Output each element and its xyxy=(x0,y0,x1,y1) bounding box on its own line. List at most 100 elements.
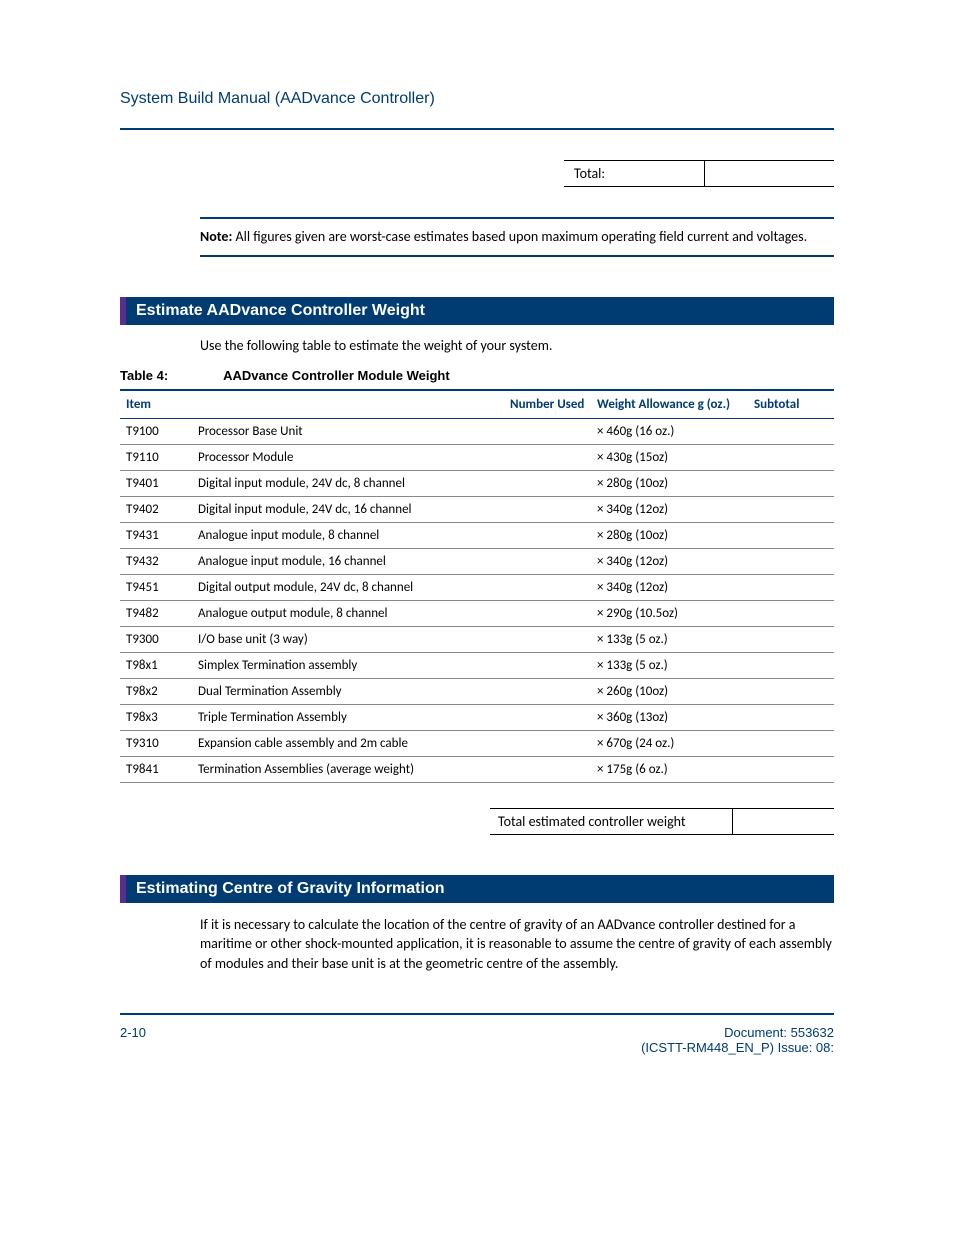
total-value xyxy=(704,161,834,187)
cell-item: T9451 xyxy=(120,574,192,600)
cell-weight: × 260g (10oz) xyxy=(591,678,748,704)
footer-rule xyxy=(120,1013,834,1015)
cell-subtotal xyxy=(748,704,834,730)
cell-number-used xyxy=(504,470,591,496)
cell-weight: × 340g (12oz) xyxy=(591,574,748,600)
cell-weight: × 280g (10oz) xyxy=(591,470,748,496)
cell-item: T9432 xyxy=(120,548,192,574)
page-header-title: System Build Manual (AADvance Controller… xyxy=(120,90,834,108)
section1-intro: Use the following table to estimate the … xyxy=(200,337,834,354)
cell-desc: Analogue output module, 8 channel xyxy=(192,600,504,626)
table-caption: Table 4: AADvance Controller Module Weig… xyxy=(120,368,834,383)
cell-subtotal xyxy=(748,574,834,600)
cell-item: T9300 xyxy=(120,626,192,652)
cell-weight: × 430g (15oz) xyxy=(591,444,748,470)
cell-number-used xyxy=(504,444,591,470)
cell-weight: × 340g (12oz) xyxy=(591,496,748,522)
cell-subtotal xyxy=(748,652,834,678)
cell-number-used xyxy=(504,548,591,574)
cell-subtotal xyxy=(748,548,834,574)
cell-subtotal xyxy=(748,496,834,522)
note-block: Note: All figures given are worst-case e… xyxy=(200,217,834,257)
cell-item: T9841 xyxy=(120,756,192,782)
table-row: T9451Digital output module, 24V dc, 8 ch… xyxy=(120,574,834,600)
cell-item: T9431 xyxy=(120,522,192,548)
cell-subtotal xyxy=(748,470,834,496)
table-row: T9841Termination Assemblies (average wei… xyxy=(120,756,834,782)
cell-desc: Analogue input module, 8 channel xyxy=(192,522,504,548)
cell-subtotal xyxy=(748,626,834,652)
table-title: AADvance Controller Module Weight xyxy=(223,368,450,383)
cell-item: T9100 xyxy=(120,418,192,444)
cell-weight: × 290g (10.5oz) xyxy=(591,600,748,626)
cell-subtotal xyxy=(748,730,834,756)
cell-number-used xyxy=(504,418,591,444)
cell-weight: × 280g (10oz) xyxy=(591,522,748,548)
cell-weight: × 133g (5 oz.) xyxy=(591,626,748,652)
th-desc xyxy=(192,390,504,419)
table-number: Table 4: xyxy=(120,368,220,383)
total-box: Total: xyxy=(564,160,834,187)
cell-number-used xyxy=(504,496,591,522)
cell-desc: Simplex Termination assembly xyxy=(192,652,504,678)
cell-desc: Expansion cable assembly and 2m cable xyxy=(192,730,504,756)
cell-number-used xyxy=(504,600,591,626)
table-row: T9310Expansion cable assembly and 2m cab… xyxy=(120,730,834,756)
cell-item: T9482 xyxy=(120,600,192,626)
th-subtotal: Subtotal xyxy=(748,390,834,419)
cell-number-used xyxy=(504,730,591,756)
table-row: T9432Analogue input module, 16 channel× … xyxy=(120,548,834,574)
footer-page-number: 2-10 xyxy=(120,1025,146,1055)
table-row: T9110Processor Module × 430g (15oz) xyxy=(120,444,834,470)
cell-weight: × 460g (16 oz.) xyxy=(591,418,748,444)
section-heading-weight: Estimate AADvance Controller Weight xyxy=(120,297,834,325)
total-weight-label: Total estimated controller weight xyxy=(490,808,733,834)
cell-number-used xyxy=(504,626,591,652)
cell-item: T9310 xyxy=(120,730,192,756)
cell-weight: × 175g (6 oz.) xyxy=(591,756,748,782)
cell-number-used xyxy=(504,678,591,704)
footer-doc-line2: (ICSTT-RM448_EN_P) Issue: 08: xyxy=(641,1040,834,1055)
th-item: Item xyxy=(120,390,192,419)
total-weight-value xyxy=(733,808,835,834)
cell-subtotal xyxy=(748,756,834,782)
table-row: T9100Processor Base Unit× 460g (16 oz.) xyxy=(120,418,834,444)
note-prefix: Note: xyxy=(200,228,232,245)
cell-subtotal xyxy=(748,444,834,470)
cell-subtotal xyxy=(748,678,834,704)
weight-table: Item Number Used Weight Allowance g (oz.… xyxy=(120,389,834,783)
cell-item: T98x1 xyxy=(120,652,192,678)
cell-desc: Digital input module, 24V dc, 8 channel xyxy=(192,470,504,496)
table-row: T98x3Triple Termination Assembly× 360g (… xyxy=(120,704,834,730)
cell-subtotal xyxy=(748,418,834,444)
cell-number-used xyxy=(504,756,591,782)
th-number-used: Number Used xyxy=(504,390,591,419)
cell-number-used xyxy=(504,522,591,548)
cell-desc: Digital output module, 24V dc, 8 channel xyxy=(192,574,504,600)
table-row: T98x1Simplex Termination assembly× 133g … xyxy=(120,652,834,678)
cell-subtotal xyxy=(748,522,834,548)
note-text: All figures given are worst-case estimat… xyxy=(232,228,807,245)
table-row: T9482Analogue output module, 8 channel × … xyxy=(120,600,834,626)
cell-weight: × 670g (24 oz.) xyxy=(591,730,748,756)
cell-number-used xyxy=(504,704,591,730)
cell-item: T9402 xyxy=(120,496,192,522)
cell-item: T9110 xyxy=(120,444,192,470)
page-footer: 2-10 Document: 553632 (ICSTT-RM448_EN_P)… xyxy=(120,1025,834,1055)
cell-number-used xyxy=(504,574,591,600)
cell-desc: Processor Module xyxy=(192,444,504,470)
footer-doc-line1: Document: 553632 xyxy=(641,1025,834,1040)
cell-desc: Dual Termination Assembly xyxy=(192,678,504,704)
cell-weight: × 360g (13oz) xyxy=(591,704,748,730)
total-label: Total: xyxy=(564,161,704,187)
table-row: T9431Analogue input module, 8 channel × 2… xyxy=(120,522,834,548)
cell-subtotal xyxy=(748,600,834,626)
section-heading-cog: Estimating Centre of Gravity Information xyxy=(120,875,834,903)
cell-item: T98x2 xyxy=(120,678,192,704)
total-weight-row: Total estimated controller weight xyxy=(490,808,834,835)
cog-text: If it is necessary to calculate the loca… xyxy=(200,915,834,974)
cell-desc: Analogue input module, 16 channel xyxy=(192,548,504,574)
table-row: T9401Digital input module, 24V dc, 8 cha… xyxy=(120,470,834,496)
cell-desc: I/O base unit (3 way) xyxy=(192,626,504,652)
table-row: T98x2Dual Termination Assembly × 260g (10… xyxy=(120,678,834,704)
